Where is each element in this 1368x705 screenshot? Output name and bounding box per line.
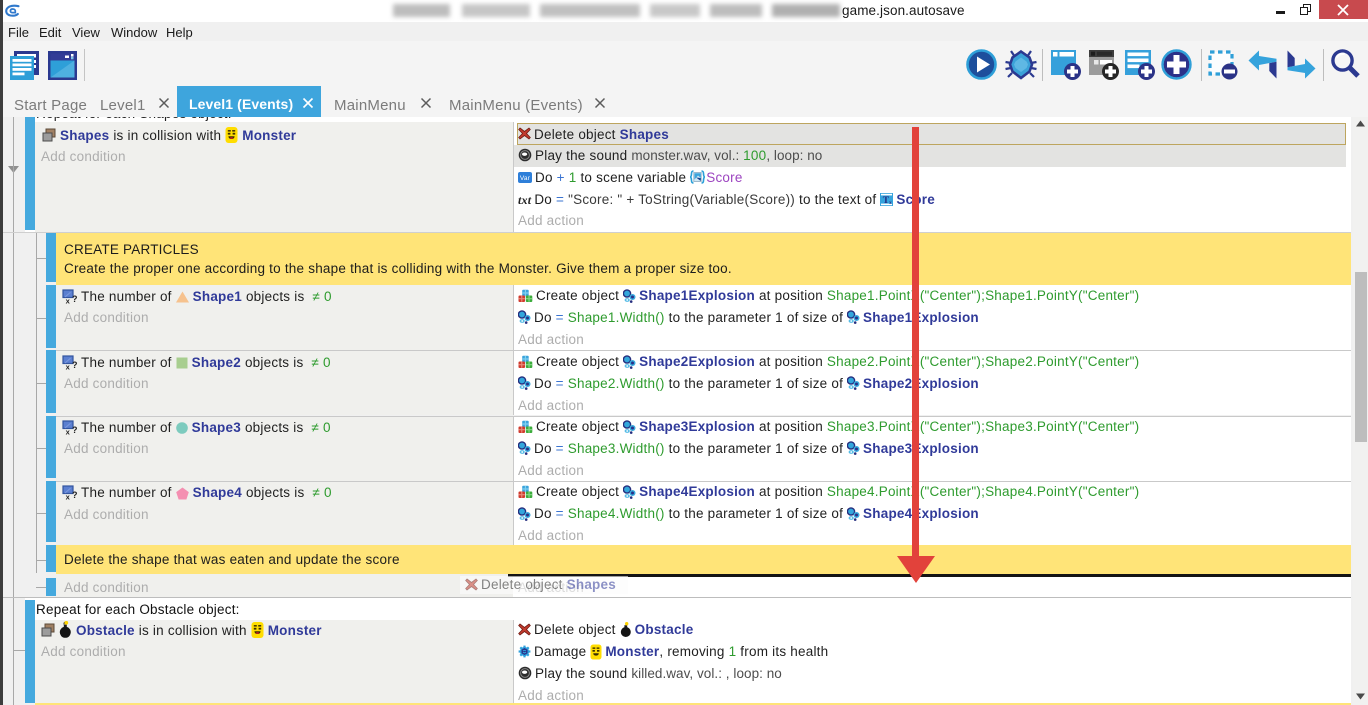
svg-text:?: ? [72,360,78,370]
svg-text:x: x [66,427,71,435]
svg-text:x: x [66,492,71,500]
svg-text:x: x [66,296,71,304]
svg-text:?: ? [72,425,78,435]
svg-text:x: x [66,362,71,370]
svg-text:?: ? [72,490,78,500]
svg-text:x: x [889,201,892,206]
svg-text:?: ? [72,294,78,304]
svg-text:Var: Var [520,175,531,182]
